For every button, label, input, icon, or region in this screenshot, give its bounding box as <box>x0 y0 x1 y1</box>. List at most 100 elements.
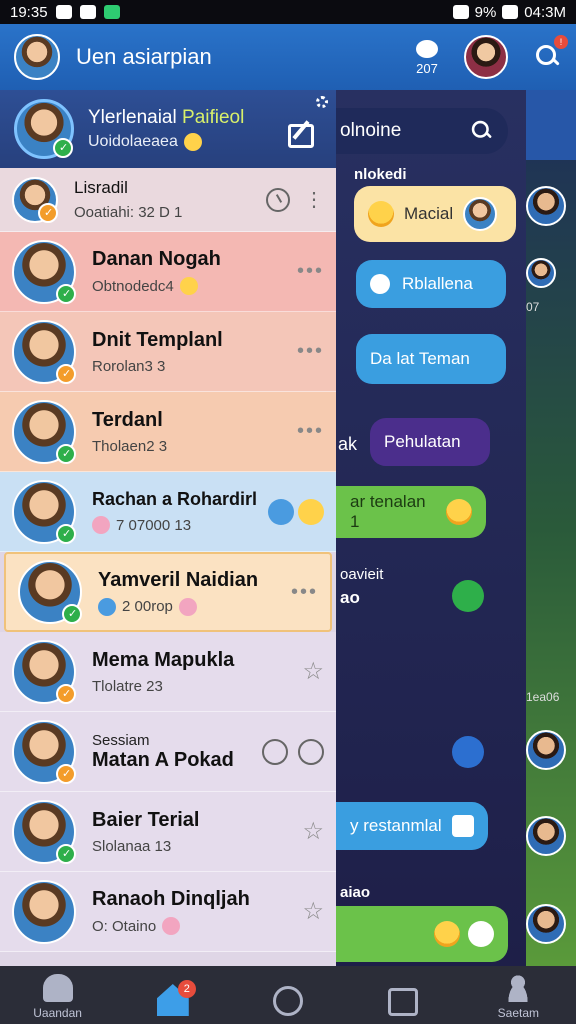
contact-item[interactable]: Terdanl Tholaen2 3 ••• <box>0 392 336 472</box>
gallery-icon <box>55 5 72 19</box>
badge-icon <box>178 597 197 616</box>
notification-count: 207 <box>416 60 438 76</box>
contact-avatar <box>12 319 76 384</box>
badge-icon <box>162 917 181 935</box>
chat-bubble-5[interactable]: ar tenalan 1 <box>336 486 486 538</box>
status-clock: 04:3M <box>524 3 566 21</box>
chat-bottom-label: aiao <box>340 884 371 901</box>
chat-bubble-1[interactable]: Macial <box>354 186 516 242</box>
contact-subtitle: 7 07000 13 <box>116 516 192 534</box>
contact-item[interactable]: Mema Mapukla Tlolatre 23 ☆ <box>0 632 336 712</box>
chat-search-bar[interactable]: olnoine <box>336 108 508 154</box>
away-status-icon <box>38 202 58 223</box>
online-status-icon <box>56 283 76 304</box>
more-horizontal-icon[interactable]: ••• <box>297 420 324 443</box>
contact-item[interactable]: Lisradil Ooatiahi: 32 D 1 ⋮ <box>0 168 336 232</box>
strip-avatar[interactable] <box>526 186 566 226</box>
online-status-icon <box>62 604 82 624</box>
drawer-profile-avatar[interactable] <box>14 99 74 159</box>
home-badge: 2 <box>177 980 196 998</box>
more-horizontal-icon[interactable]: ••• <box>291 581 318 604</box>
bubble-text: Da lat Teman <box>370 349 470 368</box>
profile-avatar[interactable] <box>14 34 60 80</box>
away-status-icon <box>56 363 76 384</box>
contact-subtitle: Rorolan3 3 <box>92 357 166 375</box>
nav-item-home[interactable]: 2 <box>128 980 218 1020</box>
call-action-button[interactable] <box>452 736 484 768</box>
chat-bubble-6[interactable]: y restanmlal <box>336 802 488 850</box>
circle-icon <box>272 986 303 1016</box>
strip-avatar[interactable] <box>526 730 566 770</box>
my-account-avatar[interactable] <box>464 35 508 79</box>
bubble-text: Rblallena <box>402 274 473 293</box>
chat-bubble-icon <box>370 274 390 294</box>
sticker-icon[interactable] <box>268 498 294 525</box>
contact-label: Sessiam <box>92 731 150 749</box>
contact-name: Ranaoh Dinqljah <box>92 888 250 910</box>
chat-bubble-4[interactable]: Pehulatan <box>370 418 490 466</box>
drawer-profile-status: Uoidolaeaea <box>88 133 178 150</box>
gear-icon[interactable] <box>316 96 328 108</box>
emoji-icon[interactable] <box>298 738 324 765</box>
bubble-text: ar tenalan 1 <box>350 492 426 531</box>
puzzle-icon <box>98 597 116 616</box>
clock-icon[interactable] <box>266 187 290 212</box>
away-status-icon <box>56 683 76 704</box>
drawer-profile-name: Ylerlenaial Paifieol <box>88 107 244 129</box>
chat-bubble-3[interactable]: Da lat Teman <box>356 334 506 384</box>
edit-profile-icon[interactable] <box>288 124 314 148</box>
search-button[interactable]: ! <box>534 35 568 71</box>
smile-emoji-icon <box>368 201 394 227</box>
contact-avatar <box>12 239 76 304</box>
chat-bubble-2[interactable]: Rblallena <box>356 260 506 308</box>
contact-item[interactable]: Sessiam Matan A Pokad <box>0 712 336 792</box>
contact-avatar <box>12 479 76 544</box>
grin-emoji-icon <box>446 499 472 525</box>
status-bar: 19:35 9% 04:3M <box>0 0 576 24</box>
chat-mid-label-1: oavieit <box>340 566 384 583</box>
nav-item-frame[interactable] <box>358 988 448 1020</box>
sync-icon <box>79 5 96 19</box>
notifications-button[interactable]: 207 <box>416 39 438 76</box>
bubble-text: Macial <box>404 204 454 223</box>
contact-item-selected[interactable]: Yamveril Naidian 2 00rop ••• <box>4 552 332 632</box>
strip-avatar[interactable] <box>526 258 556 288</box>
contact-item[interactable]: Baier Terial Slolanaa 13 ☆ <box>0 792 336 872</box>
contact-item[interactable]: Danan Nogah Obtnodedc4 ••• <box>0 232 336 312</box>
more-horizontal-icon[interactable]: ••• <box>297 340 324 363</box>
search-badge: ! <box>554 35 568 49</box>
contact-item[interactable]: Dnit Templanl Rorolan3 3 ••• <box>0 312 336 392</box>
strip-avatar[interactable] <box>526 904 566 944</box>
strip-avatar[interactable] <box>526 816 566 856</box>
frog-emoji-icon <box>179 277 198 295</box>
nav-item-profile[interactable]: Saetam <box>473 974 563 1020</box>
nav-item-circle[interactable] <box>243 986 333 1020</box>
contact-avatar <box>12 639 76 704</box>
contact-item[interactable]: Ranaoh Dinqljah O: Otaino ☆ <box>0 872 336 952</box>
chat-label-top: nlokedi <box>354 166 407 183</box>
battery-percent: 9% <box>474 3 497 21</box>
drawer-header: Ylerlenaial Paifieol Uoidolaeaea <box>0 90 336 168</box>
chat-bubble-7[interactable] <box>336 906 508 962</box>
edit-icon <box>451 815 474 837</box>
nav-item-home-feed[interactable]: Uaandan <box>13 974 103 1020</box>
more-vertical-icon[interactable]: ⋮ <box>304 187 324 212</box>
chat-left-label: ak <box>338 434 358 454</box>
online-status-icon <box>53 138 73 158</box>
star-icon[interactable]: ☆ <box>302 657 324 686</box>
bottom-navigation: Uaandan 2 Saetam <box>0 966 576 1024</box>
status-time: 19:35 <box>10 3 48 21</box>
more-horizontal-icon[interactable]: ••• <box>297 260 324 283</box>
contact-name: Terdanl <box>92 408 163 431</box>
smile-emoji-icon <box>183 133 202 151</box>
search-icon <box>470 119 494 143</box>
grid-icon[interactable] <box>262 738 288 765</box>
contact-item[interactable]: Rachan a Rohardirl 7 07000 13 <box>0 472 336 552</box>
smile-emoji-icon[interactable] <box>298 498 324 525</box>
wifi-icon <box>452 5 469 19</box>
contacts-drawer: Ylerlenaial Paifieol Uoidolaeaea Lisradi… <box>0 90 336 966</box>
message-action-button[interactable] <box>452 580 484 612</box>
star-icon[interactable]: ☆ <box>302 897 324 926</box>
online-status-icon <box>56 443 76 464</box>
star-icon[interactable]: ☆ <box>302 817 324 846</box>
